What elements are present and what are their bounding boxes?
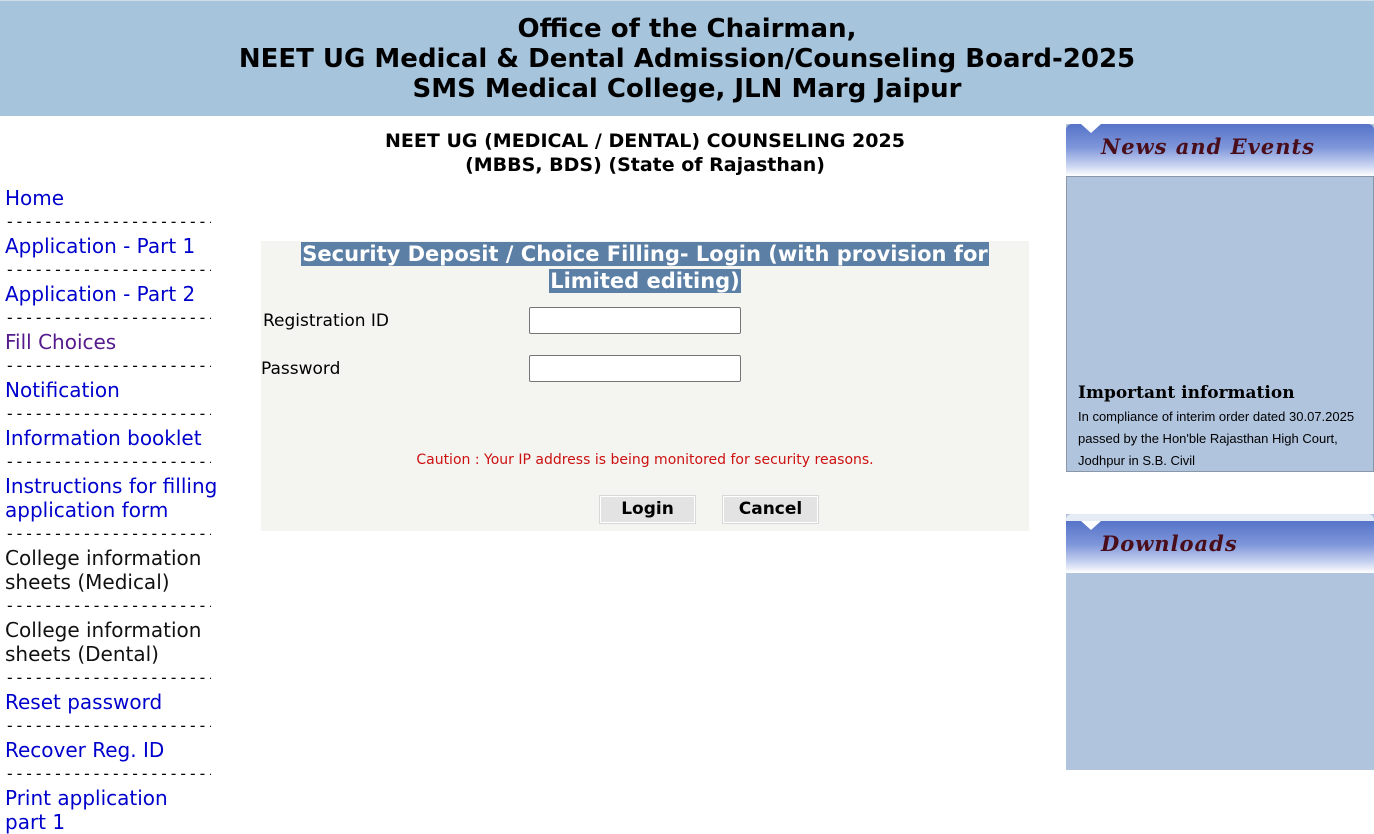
site-header: Office of the Chairman, NEET UG Medical … bbox=[0, 0, 1374, 116]
news-panel-title: News and Events bbox=[1101, 134, 1315, 159]
sidebar-item-application-part-2[interactable]: Application - Part 2 bbox=[5, 282, 225, 306]
password-label: Password bbox=[261, 359, 341, 379]
nav-separator: ----------------------- bbox=[5, 596, 211, 615]
login-heading: Security Deposit / Choice Filling- Login… bbox=[261, 241, 1029, 295]
sidebar-item-application-part-1[interactable]: Application - Part 1 bbox=[5, 234, 225, 258]
header-line-2: NEET UG Medical & Dental Admission/Couns… bbox=[238, 44, 1136, 74]
sidebar-nav: Home ----------------------- Application… bbox=[5, 186, 225, 834]
password-input[interactable] bbox=[529, 355, 741, 382]
sidebar-item-fill-choices[interactable]: Fill Choices bbox=[5, 330, 225, 354]
login-heading-line-2: Limited editing) bbox=[549, 269, 741, 293]
cancel-button[interactable]: Cancel bbox=[722, 495, 819, 524]
nav-separator: ----------------------- bbox=[5, 764, 211, 783]
news-panel-body: Important information In compliance of i… bbox=[1066, 176, 1374, 472]
sidebar-item-home[interactable]: Home bbox=[5, 186, 225, 210]
news-panel: News and Events Important information In… bbox=[1066, 124, 1374, 472]
nav-separator: ----------------------- bbox=[5, 668, 211, 687]
header-line-1: Office of the Chairman, bbox=[517, 14, 857, 44]
registration-id-label: Registration ID bbox=[263, 311, 390, 331]
news-item-text[interactable]: In compliance of interim order dated 30.… bbox=[1078, 406, 1368, 471]
downloads-panel: Downloads bbox=[1066, 514, 1374, 770]
nav-separator: ----------------------- bbox=[5, 356, 211, 375]
sidebar-item-college-info-dental: College information sheets (Dental) bbox=[5, 618, 202, 666]
sidebar-item-recover-reg-id[interactable]: Recover Reg. ID bbox=[5, 738, 225, 762]
downloads-panel-title: Downloads bbox=[1101, 531, 1238, 556]
login-heading-line-1: Security Deposit / Choice Filling- Login… bbox=[301, 242, 989, 266]
sidebar-item-instructions[interactable]: Instructions for filling application for… bbox=[5, 474, 225, 522]
news-item-title: Important information bbox=[1078, 383, 1295, 403]
nav-separator: ----------------------- bbox=[5, 212, 211, 231]
nav-separator: ----------------------- bbox=[5, 308, 211, 327]
nav-separator: ----------------------- bbox=[5, 404, 211, 423]
login-form: Security Deposit / Choice Filling- Login… bbox=[261, 241, 1029, 531]
sidebar-item-reset-password[interactable]: Reset password bbox=[5, 690, 225, 714]
login-button[interactable]: Login bbox=[599, 495, 696, 524]
page-title-line-1: NEET UG (MEDICAL / DENTAL) COUNSELING 20… bbox=[385, 130, 905, 152]
header-line-3: SMS Medical College, JLN Marg Jaipur bbox=[412, 74, 962, 104]
sidebar-item-college-info-medical: College information sheets (Medical) bbox=[5, 546, 202, 594]
registration-id-input[interactable] bbox=[529, 307, 741, 334]
caution-message: Caution : Your IP address is being monit… bbox=[416, 452, 874, 468]
tab-notch-icon bbox=[1081, 124, 1101, 133]
downloads-panel-header: Downloads bbox=[1066, 514, 1374, 573]
news-panel-header: News and Events bbox=[1066, 124, 1374, 176]
nav-separator: ----------------------- bbox=[5, 524, 211, 543]
page-title: NEET UG (MEDICAL / DENTAL) COUNSELING 20… bbox=[261, 129, 1029, 177]
sidebar-item-information-booklet[interactable]: Information booklet bbox=[5, 426, 225, 450]
page-title-line-2: (MBBS, BDS) (State of Rajasthan) bbox=[465, 154, 825, 176]
nav-separator: ----------------------- bbox=[5, 260, 211, 279]
tab-notch-icon bbox=[1081, 521, 1101, 530]
nav-separator: ----------------------- bbox=[5, 716, 211, 735]
sidebar-item-notification[interactable]: Notification bbox=[5, 378, 225, 402]
sidebar-item-print-application-part-1[interactable]: Print application part 1 bbox=[5, 786, 175, 834]
nav-separator: ----------------------- bbox=[5, 452, 211, 471]
